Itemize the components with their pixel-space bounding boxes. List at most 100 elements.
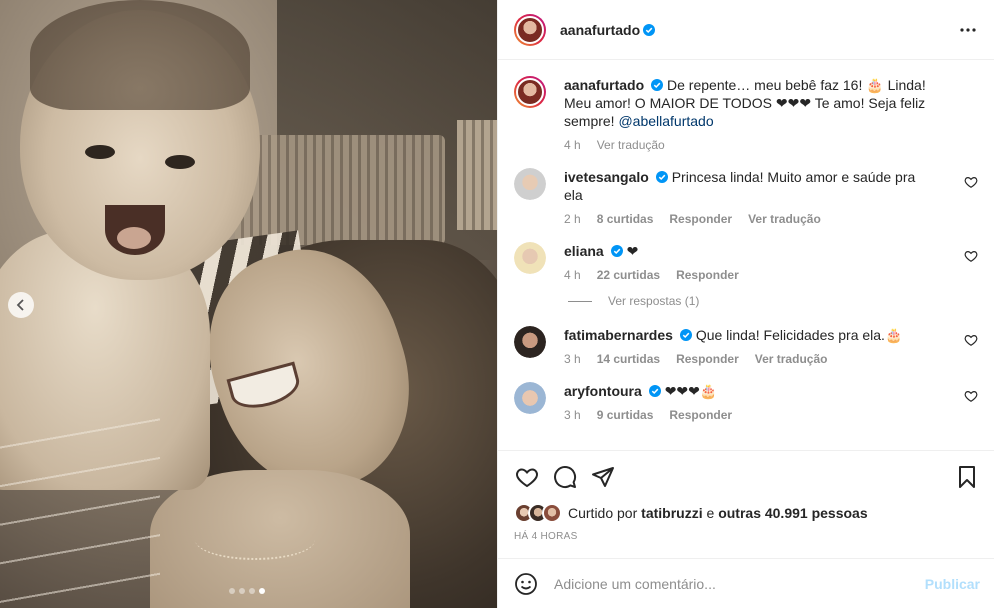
comment-item: aryfontoura ❤❤❤🎂 3 h 9 curtidas Responde… [514, 382, 978, 422]
verified-badge-icon [679, 329, 692, 341]
like-comment-heart-icon[interactable] [964, 249, 978, 263]
comment-username[interactable]: aryfontoura [564, 383, 642, 399]
comment-likes[interactable]: 22 curtidas [597, 268, 660, 282]
post-header: aanafurtado [498, 0, 994, 60]
likes-first-user[interactable]: tatibruzzi [641, 505, 702, 521]
comment-likes[interactable]: 14 curtidas [597, 352, 660, 366]
comment-time[interactable]: 3 h [564, 352, 581, 366]
comments-list[interactable]: aanafurtado De repente… meu bebê faz 16!… [498, 60, 994, 450]
comment-reply-button[interactable]: Responder [669, 212, 732, 226]
commenter-avatar[interactable] [514, 242, 546, 274]
comment-time[interactable]: 2 h [564, 212, 581, 226]
carousel-prev-button[interactable] [8, 292, 34, 318]
action-icons-row [514, 463, 980, 491]
like-comment-heart-icon[interactable] [964, 333, 978, 347]
comment-translate-link[interactable]: Ver tradução [748, 212, 821, 226]
like-comment-heart-icon[interactable] [964, 389, 978, 403]
post-panel: aanafurtado aanafurtado De repente… meu … [497, 0, 994, 608]
verified-badge-icon [610, 245, 623, 257]
photo-foreground-lines [0, 410, 160, 608]
comment-likes[interactable]: 9 curtidas [597, 408, 654, 422]
comment-reply-button[interactable]: Responder [676, 268, 739, 282]
bookmark-icon [959, 466, 975, 488]
likes-summary: Curtido por tatibruzzi e outras 40.991 p… [514, 503, 980, 523]
carousel-dot [229, 588, 235, 594]
save-button[interactable] [954, 464, 980, 490]
comment-text: ❤❤❤🎂 [664, 383, 718, 399]
post-photo[interactable] [0, 0, 497, 608]
comment-text-block: ivetesangalo Princesa linda! Muito amor … [564, 168, 934, 204]
comment-input[interactable] [554, 575, 925, 592]
post-actions: Curtido por tatibruzzi e outras 40.991 p… [498, 450, 994, 542]
verified-badge-icon [651, 79, 664, 91]
comment-meta: 2 h 8 curtidas Responder Ver tradução [564, 212, 934, 226]
comment-meta: 4 h 22 curtidas Responder [564, 268, 934, 282]
likes-others[interactable]: outras 40.991 pessoas [718, 505, 867, 521]
more-options-icon [960, 27, 976, 32]
more-options-button[interactable] [956, 18, 980, 42]
author-avatar[interactable] [514, 13, 546, 46]
share-button[interactable] [590, 464, 616, 490]
comment-icon [554, 466, 577, 488]
comment-reply-button[interactable]: Responder [676, 352, 739, 366]
caption-text-block: aanafurtado De repente… meu bebê faz 16!… [564, 76, 934, 130]
verified-badge-icon [655, 171, 668, 183]
view-replies-button[interactable]: Ver respostas (1) [568, 294, 978, 308]
comment-item: ivetesangalo Princesa linda! Muito amor … [514, 168, 978, 226]
photo-baby-eye-right [165, 155, 195, 169]
comment-meta: 3 h 14 curtidas Responder Ver tradução [564, 352, 934, 366]
commenter-avatar[interactable] [514, 168, 546, 200]
carousel-indicator [229, 588, 265, 594]
caption-translate-link[interactable]: Ver tradução [597, 138, 665, 152]
photo-basket [235, 135, 445, 245]
carousel-dot-active [259, 588, 265, 594]
photo-baby-hair [30, 0, 250, 110]
photo-baby-eye-left [85, 145, 115, 159]
comment-text-block: eliana ❤ [564, 242, 934, 260]
commenter-avatar[interactable] [514, 326, 546, 358]
add-comment-bar: Publicar [498, 558, 994, 608]
commenter-avatar[interactable] [514, 382, 546, 414]
heart-icon [516, 468, 538, 488]
likes-prefix: Curtido por [568, 505, 638, 521]
photo-baby-mouth [105, 205, 165, 255]
comment-text-block: aryfontoura ❤❤❤🎂 [564, 382, 934, 400]
view-replies-label: Ver respostas (1) [608, 294, 700, 308]
comment-username[interactable]: fatimabernardes [564, 327, 673, 343]
like-button[interactable] [514, 464, 540, 490]
paper-plane-icon [592, 467, 614, 487]
comment-likes[interactable]: 8 curtidas [597, 212, 654, 226]
comment-time[interactable]: 4 h [564, 268, 581, 282]
liker-avatars[interactable] [514, 503, 562, 523]
emoji-icon[interactable] [514, 572, 538, 596]
comment-item: fatimabernardes Que linda! Felicidades p… [514, 326, 978, 366]
like-comment-heart-icon[interactable] [964, 175, 978, 189]
verified-badge-icon [643, 23, 656, 36]
caption-avatar[interactable] [514, 76, 546, 108]
comment-translate-link[interactable]: Ver tradução [755, 352, 828, 366]
caption-time[interactable]: 4 h [564, 138, 581, 152]
replies-divider [568, 300, 592, 302]
carousel-dot [249, 588, 255, 594]
post-timestamp[interactable]: HÁ 4 HORAS [514, 531, 980, 542]
caption: aanafurtado De repente… meu bebê faz 16!… [514, 76, 978, 152]
comment-username[interactable]: ivetesangalo [564, 169, 649, 185]
chevron-left-icon [16, 299, 24, 311]
author-username[interactable]: aanafurtado [560, 22, 640, 38]
carousel-dot [239, 588, 245, 594]
caption-mention-link[interactable]: @abellafurtado [618, 113, 713, 129]
comment-meta: 3 h 9 curtidas Responder [564, 408, 934, 422]
photo-necklace [195, 520, 315, 560]
comment-text: ❤ [626, 243, 639, 259]
photo-basket-right [457, 120, 497, 230]
comment-text-block: fatimabernardes Que linda! Felicidades p… [564, 326, 934, 344]
comment-username[interactable]: eliana [564, 243, 604, 259]
comment-button[interactable] [552, 464, 578, 490]
caption-username[interactable]: aanafurtado [564, 77, 644, 93]
comment-time[interactable]: 3 h [564, 408, 581, 422]
comment-text: Que linda! Felicidades pra ela.🎂 [695, 327, 903, 343]
likes-connector: e [706, 505, 715, 521]
comment-reply-button[interactable]: Responder [669, 408, 732, 422]
caption-meta: 4 h Ver tradução [564, 138, 934, 152]
publish-button[interactable]: Publicar [925, 576, 980, 592]
